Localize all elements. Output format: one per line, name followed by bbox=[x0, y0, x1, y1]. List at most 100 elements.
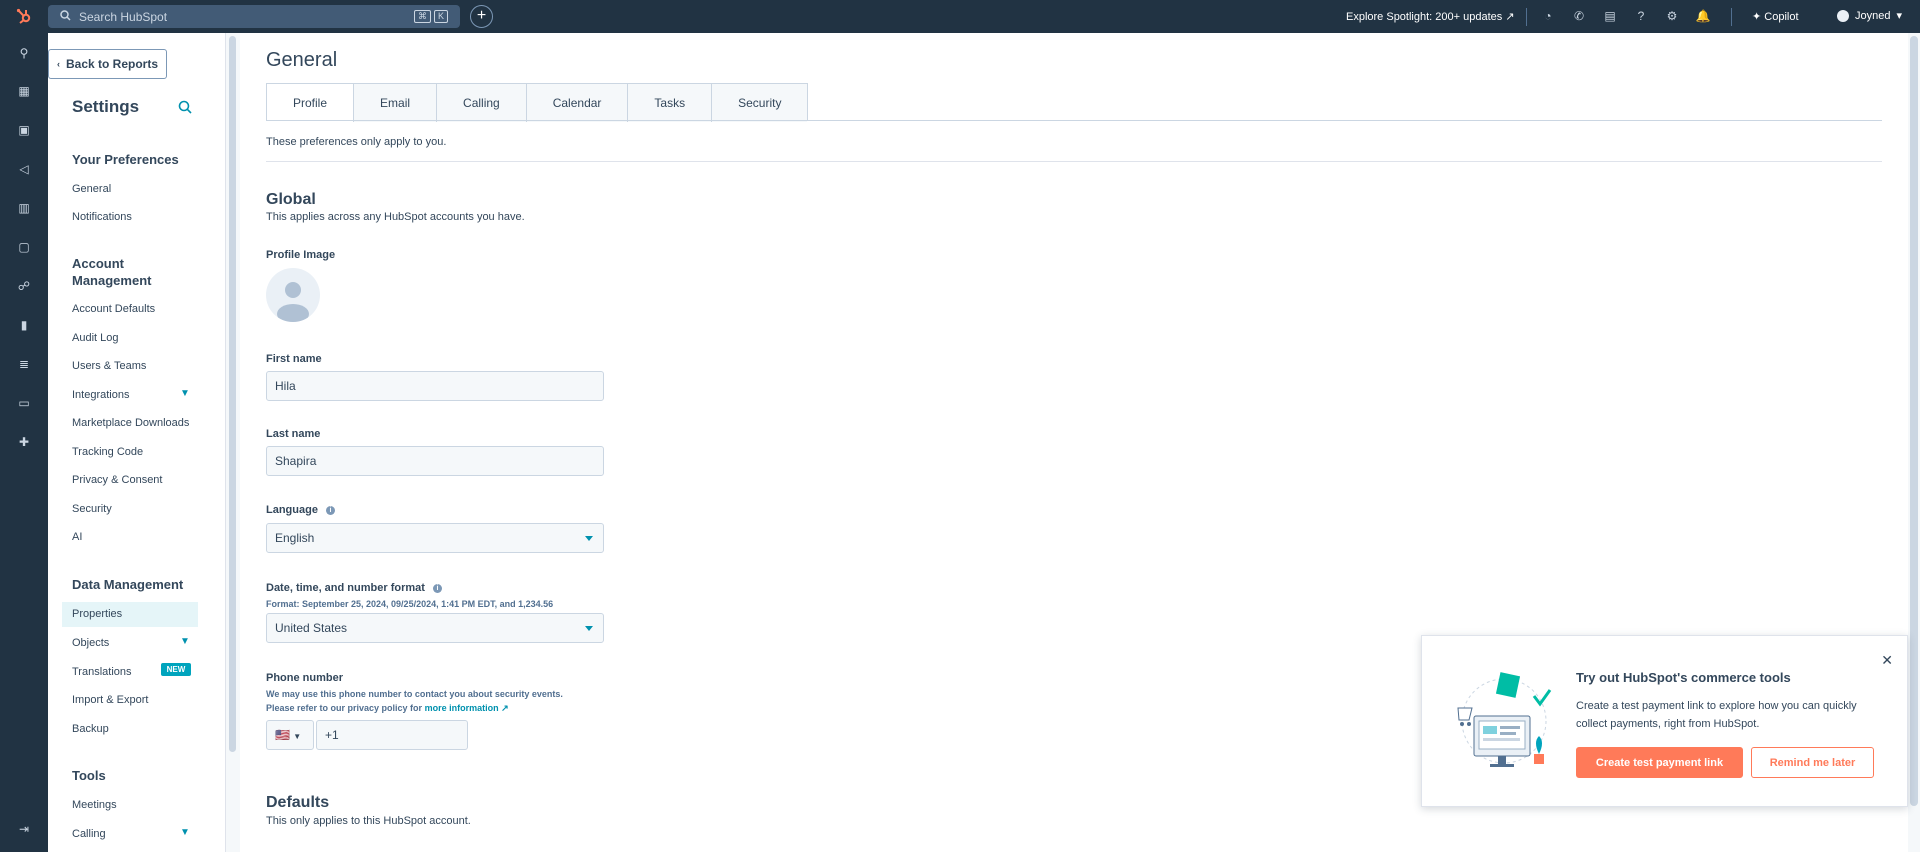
sidebar-item-users-teams[interactable]: Users & Teams bbox=[72, 360, 146, 372]
defaults-subtext: This only applies to this HubSpot accoun… bbox=[266, 815, 471, 827]
tab-calendar[interactable]: Calendar bbox=[526, 84, 629, 122]
notifications-bell-icon[interactable]: 🔔 bbox=[1695, 8, 1711, 24]
phone-privacy-hint: Please refer to our privacy policy for m… bbox=[266, 703, 509, 714]
commerce-icon[interactable]: ▢ bbox=[16, 239, 32, 255]
popup-title: Try out HubSpot's commerce tools bbox=[1576, 670, 1791, 685]
global-search-input[interactable]: Search HubSpot ⌘ K bbox=[48, 5, 460, 28]
data-icon[interactable]: ≣ bbox=[16, 356, 32, 372]
phone-number-input[interactable]: +1 bbox=[316, 720, 468, 750]
sidebar-item-backup[interactable]: Backup bbox=[72, 723, 109, 735]
sidebar-item-general[interactable]: General bbox=[72, 183, 111, 195]
service-icon[interactable]: ☍ bbox=[16, 278, 32, 294]
breeze-icon[interactable]: ✚ bbox=[16, 434, 32, 450]
help-icon[interactable]: ? bbox=[1633, 8, 1649, 24]
sidebar-item-properties[interactable]: Properties bbox=[62, 602, 198, 627]
commerce-tools-popup: ✕ Try out HubSpot's commerce tools Creat… bbox=[1421, 635, 1908, 807]
tab-tasks[interactable]: Tasks bbox=[628, 84, 713, 122]
language-value: English bbox=[275, 531, 315, 545]
sidebar-item-calling[interactable]: Calling bbox=[72, 828, 106, 840]
global-subtext: This applies across any HubSpot accounts… bbox=[266, 211, 525, 223]
hubspot-logo-icon[interactable] bbox=[0, 0, 48, 33]
section-data-management: Data Management bbox=[72, 577, 184, 592]
remind-me-later-button[interactable]: Remind me later bbox=[1751, 747, 1874, 778]
popup-description: Create a test payment link to explore ho… bbox=[1576, 700, 1857, 730]
main-scrollbar-thumb[interactable] bbox=[1910, 36, 1918, 806]
calling-icon[interactable]: ✆ bbox=[1571, 8, 1587, 24]
settings-gear-icon[interactable]: ⚙ bbox=[1664, 8, 1680, 24]
spotlight-link[interactable]: Explore Spotlight: 200+ updates ↗ bbox=[1346, 10, 1515, 23]
bookmark-icon[interactable]: ⚲ bbox=[16, 45, 32, 61]
help-chat-icon[interactable]: ◔ bbox=[1540, 8, 1556, 24]
settings-title: Settings bbox=[72, 97, 140, 116]
sidebar-item-tracking-code[interactable]: Tracking Code bbox=[72, 446, 143, 458]
back-label: Back to Reports bbox=[65, 57, 159, 71]
first-name-field[interactable]: Hila bbox=[266, 371, 604, 401]
tab-profile[interactable]: Profile bbox=[267, 84, 355, 122]
sidebar-item-security[interactable]: Security bbox=[72, 503, 112, 515]
language-label-text: Language bbox=[266, 504, 318, 516]
profile-avatar[interactable] bbox=[266, 268, 320, 322]
sidebar-item-integrations[interactable]: Integrations bbox=[72, 389, 129, 401]
phone-hint: We may use this phone number to contact … bbox=[266, 689, 563, 699]
last-name-field[interactable]: Shapira bbox=[266, 446, 604, 476]
create-new-button[interactable]: + bbox=[470, 5, 493, 28]
sidebar-item-account-defaults[interactable]: Account Defaults bbox=[72, 303, 155, 315]
chevron-down-icon[interactable]: ▼ bbox=[180, 388, 190, 399]
sidebar-item-objects[interactable]: Objects bbox=[72, 637, 109, 649]
more-information-link[interactable]: more information bbox=[425, 703, 499, 713]
create-test-payment-link-button[interactable]: Create test payment link bbox=[1576, 747, 1743, 778]
copilot-button[interactable]: ✦ Copilot bbox=[1752, 10, 1799, 23]
reports-icon[interactable]: ▮ bbox=[16, 317, 32, 333]
topbar-divider bbox=[1731, 8, 1732, 26]
crm-icon[interactable]: ▣ bbox=[16, 122, 32, 138]
section-tools: Tools bbox=[72, 768, 106, 783]
sidebar-item-audit-log[interactable]: Audit Log bbox=[72, 332, 118, 344]
defaults-heading: Defaults bbox=[266, 794, 330, 811]
info-icon[interactable]: i bbox=[432, 583, 442, 593]
info-icon[interactable]: i bbox=[325, 505, 335, 515]
copilot-label: Copilot bbox=[1764, 11, 1799, 23]
section-divider bbox=[266, 161, 1882, 162]
library-icon[interactable]: ▭ bbox=[16, 395, 32, 411]
topbar-icons: ◔ ✆ ▤ ? ⚙ 🔔 bbox=[1540, 8, 1711, 24]
sidebar-item-notifications[interactable]: Notifications bbox=[72, 211, 132, 223]
sidebar-item-translations[interactable]: Translations bbox=[72, 666, 132, 678]
format-select[interactable]: United States bbox=[266, 613, 604, 643]
back-to-reports-button[interactable]: ‹ Back to Reports bbox=[48, 49, 167, 79]
sidebar-item-ai[interactable]: AI bbox=[72, 531, 82, 543]
chevron-left-icon: ‹ bbox=[56, 59, 60, 69]
phone-label: Phone number bbox=[266, 672, 344, 684]
tab-security[interactable]: Security bbox=[712, 84, 808, 122]
format-value: United States bbox=[275, 621, 348, 635]
left-nav-rail: ⚲ ▦ ▣ ◁ ▥ ▢ ☍ ▮ ≣ ▭ ✚ ⇥ bbox=[0, 33, 48, 852]
external-link-icon: ↗ bbox=[501, 703, 509, 713]
close-icon[interactable]: ✕ bbox=[1881, 652, 1893, 669]
account-name: Joyned bbox=[1855, 9, 1891, 22]
search-placeholder: Search HubSpot bbox=[79, 9, 168, 24]
content-icon[interactable]: ▥ bbox=[16, 200, 32, 216]
chevron-down-icon[interactable]: ▼ bbox=[180, 636, 190, 647]
sidebar-scrollbar-thumb[interactable] bbox=[229, 36, 236, 752]
workspaces-icon[interactable]: ▦ bbox=[16, 83, 32, 99]
new-badge: NEW bbox=[161, 663, 191, 676]
account-menu[interactable]: Joyned ▾ bbox=[1837, 9, 1902, 22]
marketplace-icon[interactable]: ▤ bbox=[1602, 8, 1618, 24]
search-icon bbox=[60, 9, 71, 24]
tab-email[interactable]: Email bbox=[354, 84, 438, 122]
sidebar-item-marketplace-downloads[interactable]: Marketplace Downloads bbox=[72, 417, 189, 429]
sidebar-item-meetings[interactable]: Meetings bbox=[72, 799, 117, 811]
chevron-down-icon[interactable]: ▼ bbox=[180, 827, 190, 838]
us-flag-icon: 🇺🇸 bbox=[275, 728, 290, 742]
chevron-down-icon: ▾ bbox=[1896, 10, 1903, 22]
caret-down-icon: ▼ bbox=[293, 732, 302, 741]
search-icon[interactable] bbox=[178, 100, 192, 118]
expand-rail-icon[interactable]: ⇥ bbox=[16, 821, 32, 837]
shortcut-key-k: K bbox=[433, 10, 448, 23]
language-select[interactable]: English bbox=[266, 523, 604, 553]
country-code-select[interactable]: 🇺🇸 ▼ bbox=[266, 720, 314, 750]
sidebar-item-import-export[interactable]: Import & Export bbox=[72, 694, 148, 706]
tab-calling[interactable]: Calling bbox=[437, 84, 527, 122]
marketing-icon[interactable]: ◁ bbox=[16, 161, 32, 177]
shortcut-key-cmd: ⌘ bbox=[413, 10, 431, 23]
sidebar-item-privacy-consent[interactable]: Privacy & Consent bbox=[72, 474, 162, 486]
